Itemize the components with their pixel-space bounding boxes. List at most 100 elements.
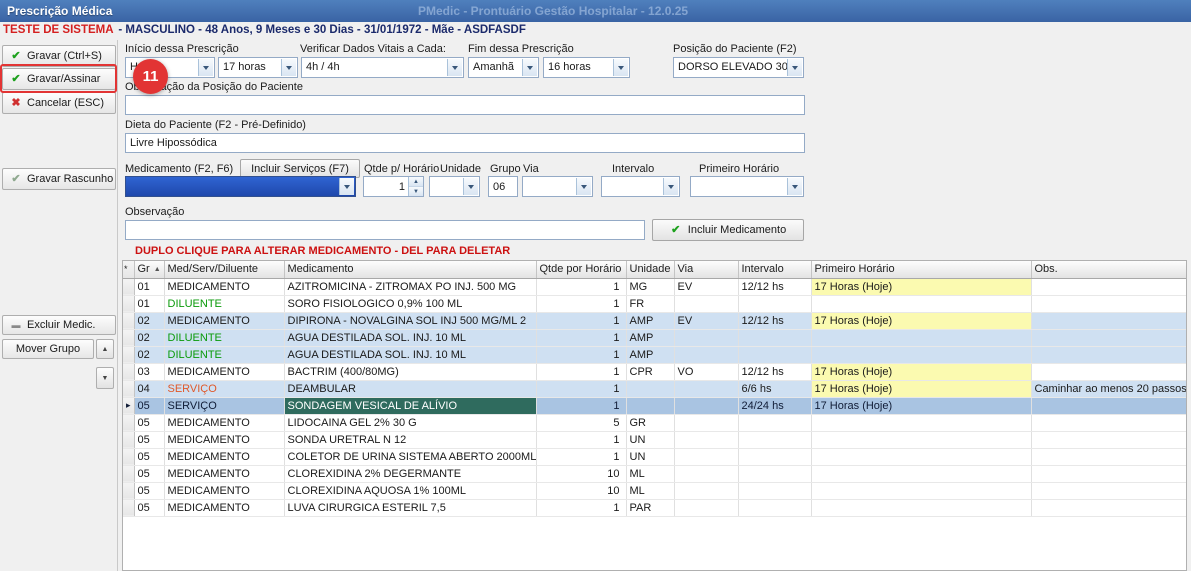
col-header-primeiro-horario[interactable]: Primeiro Horário xyxy=(811,261,1031,278)
incluir-medicamento-button[interactable]: ✔ Incluir Medicamento xyxy=(652,219,804,241)
via-label: Via xyxy=(523,163,539,175)
cell-type: DILUENTE xyxy=(164,329,284,346)
table-row[interactable]: 05 MEDICAMENTO CLOREXIDINA AQUOSA 1% 100… xyxy=(123,482,1186,499)
dropdown-arrow-icon[interactable] xyxy=(613,59,628,76)
grupo-input[interactable] xyxy=(488,176,518,197)
row-selector-cell xyxy=(123,431,134,448)
dados-vitais-select[interactable]: 4h / 4h xyxy=(301,57,464,78)
via-select[interactable] xyxy=(522,176,593,197)
excluir-medic-button[interactable]: ▬ Excluir Medic. xyxy=(2,315,116,335)
gravar-button[interactable]: ✔ Gravar (Ctrl+S) xyxy=(2,45,116,67)
cell-medicamento: DIPIRONA - NOVALGINA SOL INJ 500 MG/ML 2 xyxy=(284,312,536,329)
cell-intervalo xyxy=(738,295,811,312)
medicamento-select[interactable] xyxy=(125,176,356,197)
dropdown-arrow-icon[interactable] xyxy=(787,178,802,195)
observacao-input[interactable] xyxy=(125,220,645,240)
dropdown-arrow-icon[interactable] xyxy=(663,178,678,195)
dropdown-arrow-icon[interactable] xyxy=(463,178,478,195)
cell-intervalo xyxy=(738,346,811,363)
grid-table: * Gr▲ Med/Serv/Diluente Medicamento Qtde… xyxy=(123,261,1187,517)
cell-type: MEDICAMENTO xyxy=(164,448,284,465)
table-row[interactable]: 05 MEDICAMENTO LUVA CIRURGICA ESTERIL 7,… xyxy=(123,499,1186,516)
table-row[interactable]: 02 MEDICAMENTO DIPIRONA - NOVALGINA SOL … xyxy=(123,312,1186,329)
table-row[interactable]: 04 SERVIÇO DEAMBULAR 1 6/6 hs 17 Horas (… xyxy=(123,380,1186,397)
inicio-hora-select[interactable]: 17 horas xyxy=(218,57,298,78)
cell-intervalo xyxy=(738,431,811,448)
cell-medicamento: SORO FISIOLOGICO 0,9% 100 ML xyxy=(284,295,536,312)
cell-type: MEDICAMENTO xyxy=(164,499,284,516)
posicao-paciente-select[interactable]: DORSO ELEVADO 30 G xyxy=(673,57,804,78)
cell-group: 03 xyxy=(134,363,164,380)
dropdown-arrow-icon[interactable] xyxy=(281,59,296,76)
cell-unidade: CPR xyxy=(626,363,674,380)
table-row[interactable]: 03 MEDICAMENTO BACTRIM (400/80MG) 1 CPR … xyxy=(123,363,1186,380)
titlebar: Prescrição Médica PMedic - Prontuário Ge… xyxy=(0,0,1191,22)
col-header-gr[interactable]: Gr▲ xyxy=(134,261,164,278)
cell-medicamento: AZITROMICINA - ZITROMAX PO INJ. 500 MG xyxy=(284,278,536,295)
col-header-tipo[interactable]: Med/Serv/Diluente xyxy=(164,261,284,278)
cell-medicamento: CLOREXIDINA AQUOSA 1% 100ML xyxy=(284,482,536,499)
cell-primeiro-horario xyxy=(811,499,1031,516)
cell-obs xyxy=(1031,363,1186,380)
table-row[interactable]: 05 MEDICAMENTO SONDA URETRAL N 12 1 UN xyxy=(123,431,1186,448)
grid-header-row: * Gr▲ Med/Serv/Diluente Medicamento Qtde… xyxy=(123,261,1186,278)
gravar-assinar-button[interactable]: ✔ Gravar/Assinar xyxy=(2,68,116,90)
col-header-obs[interactable]: Obs. xyxy=(1031,261,1186,278)
intervalo-select[interactable] xyxy=(601,176,680,197)
check-icon: ✔ xyxy=(10,51,22,62)
dieta-input[interactable] xyxy=(125,133,805,153)
primeiro-horario-select[interactable] xyxy=(690,176,804,197)
stepper-buttons[interactable]: ▲ ▼ xyxy=(408,177,423,196)
cell-qtde: 1 xyxy=(536,346,626,363)
table-row[interactable]: 02 DILUENTE AGUA DESTILADA SOL. INJ. 10 … xyxy=(123,346,1186,363)
table-row[interactable]: 05 MEDICAMENTO COLETOR DE URINA SISTEMA … xyxy=(123,448,1186,465)
cell-unidade xyxy=(626,397,674,414)
dropdown-arrow-icon[interactable] xyxy=(447,59,462,76)
col-header-medicamento[interactable]: Medicamento xyxy=(284,261,536,278)
cell-via xyxy=(674,448,738,465)
table-row[interactable]: 01 MEDICAMENTO AZITROMICINA - ZITROMAX P… xyxy=(123,278,1186,295)
mover-grupo-button[interactable]: Mover Grupo xyxy=(2,339,94,359)
cancelar-button[interactable]: ✖ Cancelar (ESC) xyxy=(2,92,116,114)
mover-grupo-up-button[interactable]: ▲ xyxy=(96,339,114,359)
cell-primeiro-horario: 17 Horas (Hoje) xyxy=(811,312,1031,329)
dieta-label: Dieta do Paciente (F2 - Pré-Definido) xyxy=(125,119,306,131)
col-header-qtde[interactable]: Qtde por Horário xyxy=(536,261,626,278)
cell-via: EV xyxy=(674,278,738,295)
dropdown-arrow-icon[interactable] xyxy=(787,59,802,76)
x-icon: ✖ xyxy=(10,98,22,109)
table-row[interactable]: 05 MEDICAMENTO LIDOCAINA GEL 2% 30 G 5 G… xyxy=(123,414,1186,431)
table-row[interactable]: 05 MEDICAMENTO CLOREXIDINA 2% DEGERMANTE… xyxy=(123,465,1186,482)
spin-up-icon[interactable]: ▲ xyxy=(409,177,423,187)
cell-unidade: UN xyxy=(626,448,674,465)
obs-posicao-input[interactable] xyxy=(125,95,805,115)
fim-hora-select[interactable]: 16 horas xyxy=(543,57,630,78)
mover-grupo-down-button[interactable]: ▼ xyxy=(96,367,114,389)
fim-dia-select[interactable]: Amanhã xyxy=(468,57,539,78)
dropdown-arrow-icon[interactable] xyxy=(576,178,591,195)
cell-obs xyxy=(1031,431,1186,448)
grid-hint: DUPLO CLIQUE PARA ALTERAR MEDICAMENTO - … xyxy=(135,245,510,257)
check-icon: ✔ xyxy=(10,74,22,85)
dropdown-arrow-icon[interactable] xyxy=(522,59,537,76)
qtde-stepper[interactable]: 1 ▲ ▼ xyxy=(363,176,424,197)
gravar-rascunho-button[interactable]: ✔ Gravar Rascunho xyxy=(2,168,116,190)
cell-primeiro-horario: 17 Horas (Hoje) xyxy=(811,380,1031,397)
arrow-up-icon: ▲ xyxy=(102,346,109,353)
spin-down-icon[interactable]: ▼ xyxy=(409,187,423,196)
col-header-via[interactable]: Via xyxy=(674,261,738,278)
col-header-intervalo[interactable]: Intervalo xyxy=(738,261,811,278)
dropdown-arrow-icon[interactable] xyxy=(339,178,354,195)
unidade-select[interactable] xyxy=(429,176,480,197)
cell-primeiro-horario xyxy=(811,346,1031,363)
cell-qtde: 10 xyxy=(536,465,626,482)
table-row[interactable]: 02 DILUENTE AGUA DESTILADA SOL. INJ. 10 … xyxy=(123,329,1186,346)
table-row[interactable]: 01 DILUENTE SORO FISIOLOGICO 0,9% 100 ML… xyxy=(123,295,1186,312)
cell-primeiro-horario xyxy=(811,295,1031,312)
cell-type: MEDICAMENTO xyxy=(164,414,284,431)
dropdown-arrow-icon[interactable] xyxy=(198,59,213,76)
cell-intervalo xyxy=(738,499,811,516)
table-row[interactable]: ▸ 05 SERVIÇO SONDAGEM VESICAL DE ALÍVIO … xyxy=(123,397,1186,414)
col-header-unidade[interactable]: Unidade xyxy=(626,261,674,278)
prescription-grid: * Gr▲ Med/Serv/Diluente Medicamento Qtde… xyxy=(122,260,1187,571)
